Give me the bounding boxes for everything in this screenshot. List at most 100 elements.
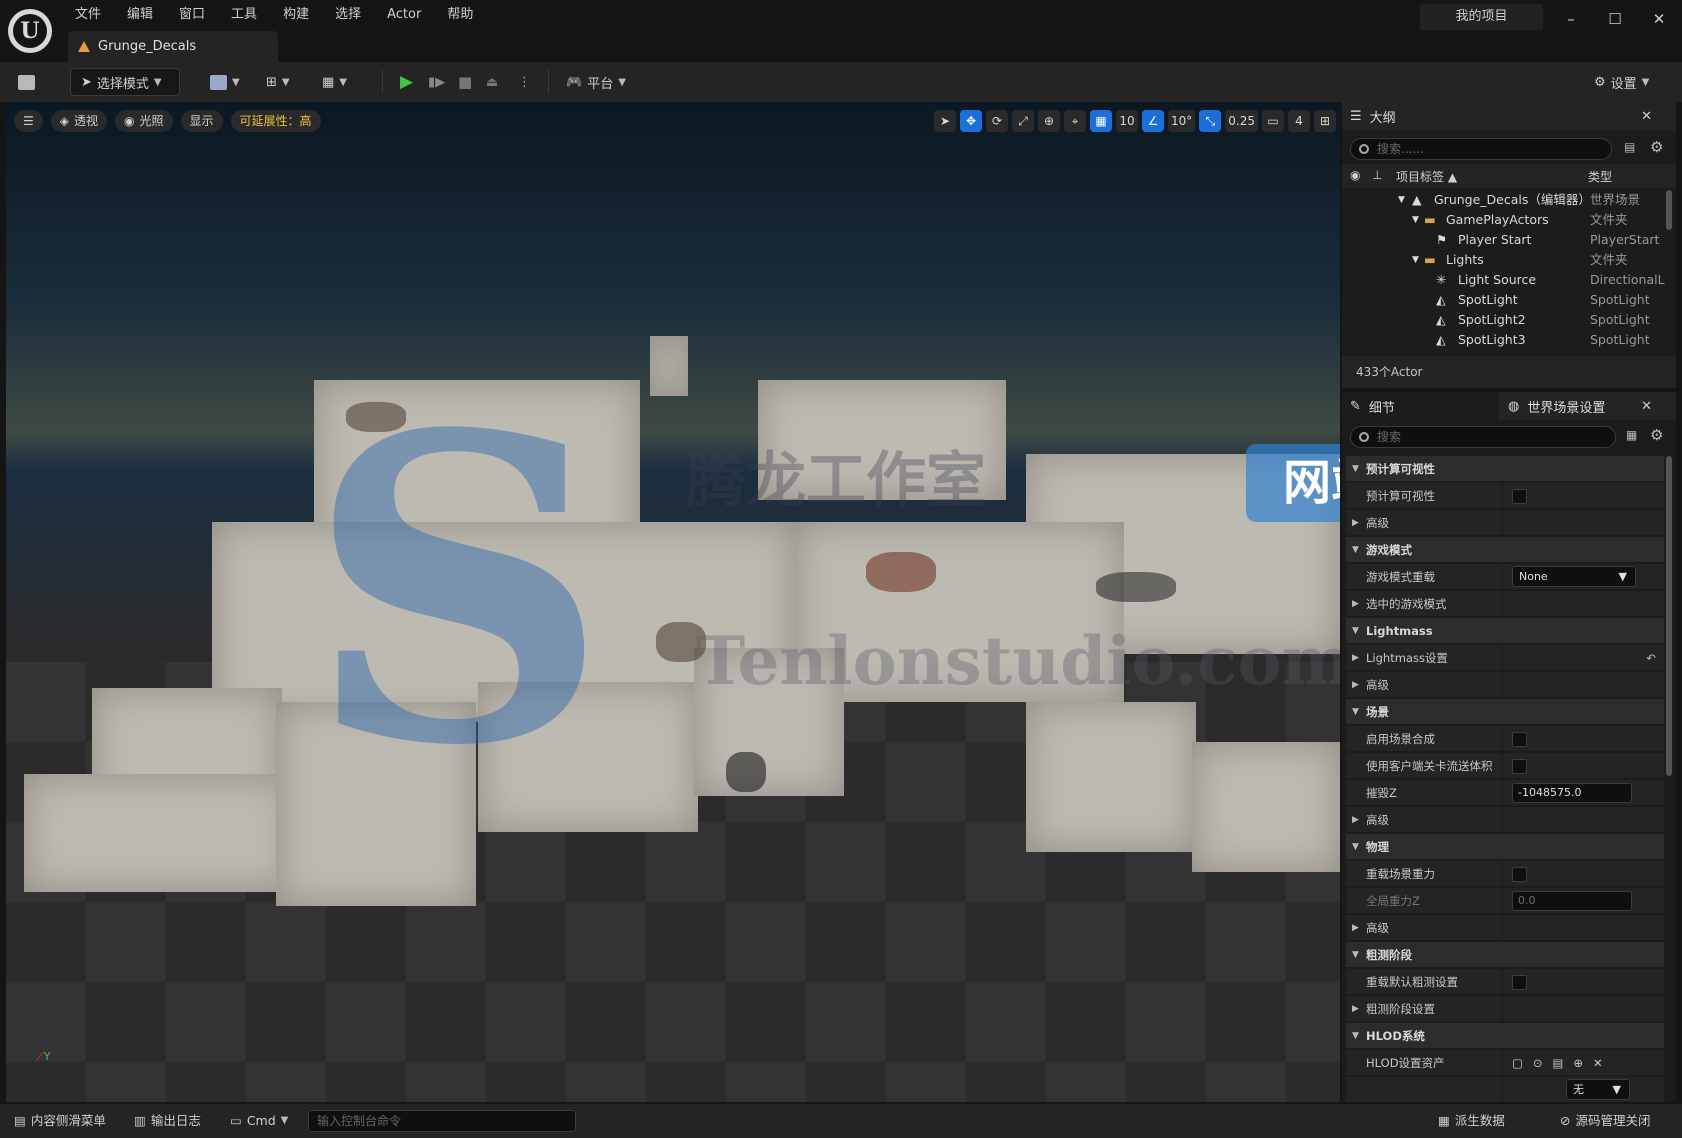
visibility-eye-icon[interactable]: ◉ <box>1350 168 1360 182</box>
level-viewport[interactable]: S 网站 腾龙工作室 Tenlonstudio.com ☰ ◈ 透视 ◉ 光照 显示… <box>6 102 1340 1102</box>
column-divider[interactable] <box>1502 672 1503 698</box>
chevron-right-icon[interactable]: ▶ <box>1352 807 1359 833</box>
unreal-logo-icon[interactable]: U <box>8 9 52 53</box>
rotation-snap-icon[interactable]: ∠ <box>1142 110 1164 132</box>
add-icon[interactable]: ⊕ <box>1573 1050 1583 1076</box>
world-space-icon[interactable]: ⊕ <box>1038 110 1060 132</box>
browse-icon[interactable]: ⊙ <box>1533 1050 1543 1076</box>
details-category[interactable]: ▼ 粗测阶段 <box>1346 942 1664 968</box>
tree-row[interactable]: ✳ Light Source DirectionalL <box>1342 270 1676 290</box>
details-property-row[interactable]: ▶ 选中的游戏模式 <box>1346 591 1664 617</box>
details-tab[interactable]: 细节 <box>1369 397 1395 416</box>
surface-snap-icon[interactable]: ⌖ <box>1064 110 1086 132</box>
property-dropdown[interactable]: None ▼ <box>1512 566 1636 587</box>
play-options-button[interactable]: ⋮ <box>518 68 531 96</box>
chevron-right-icon[interactable]: ▶ <box>1352 672 1359 698</box>
outliner-search-input[interactable]: 搜索...... <box>1350 138 1612 160</box>
column-divider[interactable] <box>1502 1050 1503 1076</box>
chevron-down-icon[interactable]: ▼ <box>1352 699 1359 725</box>
scale-snap-value[interactable]: 0.25 <box>1225 110 1258 132</box>
project-name-button[interactable]: 我的项目 <box>1420 4 1543 30</box>
property-dropdown[interactable]: 无 ▼ <box>1566 1079 1630 1100</box>
chevron-down-icon[interactable]: ▼ <box>1352 456 1359 482</box>
details-property-row[interactable]: ▶ 高级 <box>1346 915 1664 941</box>
details-property-row[interactable]: ▶ 高级 <box>1346 510 1664 536</box>
details-category[interactable]: ▼ 游戏模式 <box>1346 537 1664 563</box>
reset-icon[interactable]: ↶ <box>1646 645 1656 671</box>
add-actor-button[interactable]: ▼ <box>210 68 240 96</box>
save-button[interactable] <box>18 68 35 96</box>
details-category[interactable]: ▼ 预计算可视性 <box>1346 456 1664 482</box>
type-column-header[interactable]: 类型 <box>1588 168 1612 185</box>
tree-row[interactable]: ◭ SpotLight3 SpotLight <box>1342 330 1676 350</box>
chevron-right-icon[interactable]: ▶ <box>1352 645 1359 671</box>
layout-icon[interactable]: ⊞ <box>1314 110 1336 132</box>
outliner-scrollbar[interactable] <box>1666 190 1672 230</box>
folder-icon[interactable]: ▤ <box>1553 1050 1564 1076</box>
menu-actor[interactable]: Actor <box>374 4 434 26</box>
close-icon[interactable]: ✕ <box>1641 399 1652 414</box>
cmd-dropdown[interactable]: ▭ Cmd ▼ <box>230 1110 288 1132</box>
lighting-button[interactable]: ◉ 光照 <box>115 110 173 132</box>
property-checkbox[interactable] <box>1512 489 1527 504</box>
tree-row[interactable]: ▼ ▬ Lights 文件夹 <box>1342 250 1676 270</box>
minimize-button[interactable]: – <box>1558 8 1584 30</box>
menu-tools[interactable]: 工具 <box>218 4 270 26</box>
asset-picker-icon[interactable]: ▢ <box>1512 1050 1523 1076</box>
grid-snap-icon[interactable]: ▦ <box>1090 110 1112 132</box>
maximize-button[interactable]: ☐ <box>1602 8 1628 30</box>
add-folder-icon[interactable]: ▤ <box>1624 140 1635 154</box>
chevron-right-icon[interactable]: ▶ <box>1352 510 1359 536</box>
column-divider[interactable] <box>1502 510 1503 536</box>
content-drawer-button[interactable]: ▤ 内容侧滑菜单 <box>14 1110 106 1132</box>
view-mode-button[interactable]: ◈ 透视 <box>50 110 108 132</box>
pin-icon[interactable]: ⊥ <box>1372 168 1382 182</box>
column-divider[interactable] <box>1502 753 1503 779</box>
chevron-down-icon[interactable]: ▼ <box>1352 942 1359 968</box>
blueprint-button[interactable]: ⊞ ▼ <box>266 68 290 96</box>
scale-tool-icon[interactable]: ⤢ <box>1012 110 1034 132</box>
column-divider[interactable] <box>1502 969 1503 995</box>
property-checkbox[interactable] <box>1512 759 1527 774</box>
details-property-row[interactable]: ▶ 高级 <box>1346 672 1664 698</box>
grid-snap-value[interactable]: 10 <box>1116 110 1138 132</box>
viewport-menu-button[interactable]: ☰ <box>14 110 43 132</box>
scalability-button[interactable]: 可延展性：高 <box>230 110 321 132</box>
column-divider[interactable] <box>1502 726 1503 752</box>
chevron-right-icon[interactable]: ▶ <box>1352 591 1359 617</box>
column-divider[interactable] <box>1502 591 1503 617</box>
property-number-input[interactable]: -1048575.0 <box>1512 783 1632 803</box>
chevron-right-icon[interactable]: ▶ <box>1352 996 1359 1022</box>
chevron-right-icon[interactable]: ▶ <box>1352 915 1359 941</box>
settings-dropdown[interactable]: ⚙ 设置 ▼ <box>1594 68 1649 96</box>
scale-snap-icon[interactable]: ⤡ <box>1199 110 1222 132</box>
camera-speed-icon[interactable]: ▭ <box>1262 110 1284 132</box>
menu-edit[interactable]: 编辑 <box>114 4 166 26</box>
close-window-button[interactable]: ✕ <box>1646 8 1672 30</box>
property-number-input[interactable]: 0.0 <box>1512 891 1632 911</box>
property-checkbox[interactable] <box>1512 975 1527 990</box>
column-divider[interactable] <box>1502 888 1503 914</box>
column-divider[interactable] <box>1502 861 1503 887</box>
chevron-down-icon[interactable]: ▼ <box>1352 834 1359 860</box>
camera-speed-value[interactable]: 4 <box>1288 110 1310 132</box>
column-divider[interactable] <box>1502 996 1503 1022</box>
close-icon[interactable]: ✕ <box>1641 109 1652 124</box>
menu-file[interactable]: 文件 <box>62 4 114 26</box>
select-tool-icon[interactable]: ➤ <box>934 110 956 132</box>
cinematics-button[interactable]: ▦ ▼ <box>322 68 347 96</box>
chevron-down-icon[interactable]: ▼ <box>1352 1023 1359 1049</box>
details-scrollbar[interactable] <box>1666 456 1672 776</box>
column-divider[interactable] <box>1502 483 1503 509</box>
menu-build[interactable]: 构建 <box>270 4 322 26</box>
table-view-icon[interactable]: ▦ <box>1626 428 1637 442</box>
level-tab[interactable]: Grunge_Decals <box>68 31 278 62</box>
menu-help[interactable]: 帮助 <box>434 4 486 26</box>
column-divider[interactable] <box>1502 564 1503 590</box>
menu-window[interactable]: 窗口 <box>166 4 218 26</box>
eject-button[interactable]: ⏏ <box>486 68 498 96</box>
platforms-dropdown[interactable]: 🎮 平台 ▼ <box>566 68 626 96</box>
details-search-input[interactable]: 搜索 <box>1350 426 1616 448</box>
console-command-input[interactable]: 输入控制台命令 <box>308 1110 576 1132</box>
details-category[interactable]: ▼ 场景 <box>1346 699 1664 725</box>
